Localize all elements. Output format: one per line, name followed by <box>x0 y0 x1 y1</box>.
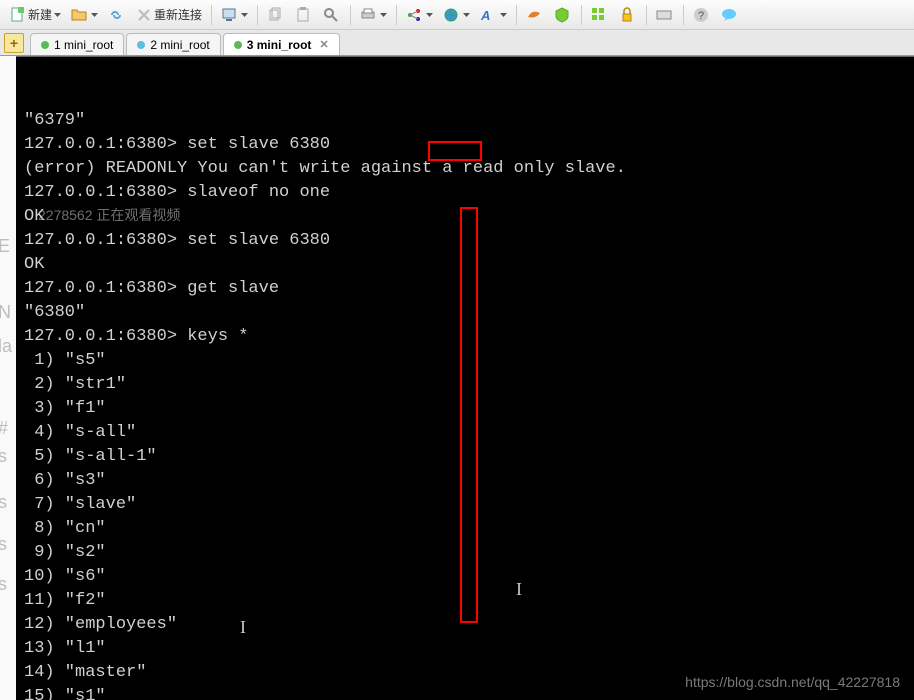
copy-icon <box>267 7 283 23</box>
reconnect-button[interactable]: 重新连接 <box>132 4 206 25</box>
new-button-label: 新建 <box>28 6 52 23</box>
reconnect-icon <box>136 7 152 23</box>
terminal-pane[interactable]: "6379"127.0.0.1:6380> set slave 6380(err… <box>16 56 914 700</box>
chat-button[interactable] <box>717 5 743 25</box>
link-button[interactable] <box>104 5 130 25</box>
lock-button[interactable] <box>615 5 641 25</box>
print-icon <box>360 7 376 23</box>
help-icon: ? <box>693 7 709 23</box>
chevron-down-icon <box>91 13 98 17</box>
svg-text:A: A <box>480 8 490 23</box>
background-fragment: E N la # s s s s <box>0 56 16 700</box>
keyboard-button[interactable] <box>652 5 678 25</box>
chevron-down-icon <box>54 13 61 17</box>
font-button[interactable]: A <box>476 5 511 25</box>
toolbar-separator <box>516 5 517 25</box>
lock-icon <box>619 7 635 23</box>
keyboard-icon <box>656 7 672 23</box>
tab-bar: + 1 mini_root 2 mini_root 3 mini_root ✕ <box>0 30 914 56</box>
toolbar-separator <box>646 5 647 25</box>
terminal-output: "6379"127.0.0.1:6380> set slave 6380(err… <box>24 109 906 700</box>
svg-text:?: ? <box>698 10 704 22</box>
tab-label: 3 mini_root <box>247 38 312 52</box>
chevron-down-icon <box>463 13 470 17</box>
main-toolbar: 新建 重新连接 A ? <box>0 0 914 30</box>
grid-icon <box>591 7 607 23</box>
reconnect-button-label: 重新连接 <box>154 6 202 23</box>
new-file-icon <box>10 7 26 23</box>
search-icon <box>323 7 339 23</box>
bird-icon <box>526 7 542 23</box>
security-button[interactable] <box>550 5 576 25</box>
chevron-down-icon <box>500 13 507 17</box>
tab-1[interactable]: 1 mini_root <box>30 33 124 55</box>
share-icon <box>406 7 422 23</box>
toolbar-separator <box>396 5 397 25</box>
status-dot-icon <box>41 41 49 49</box>
copy-button[interactable] <box>263 5 289 25</box>
toolbar-separator <box>683 5 684 25</box>
folder-open-button[interactable] <box>67 5 102 25</box>
toolbar-separator <box>257 5 258 25</box>
status-dot-icon <box>137 41 145 49</box>
folder-open-icon <box>71 7 87 23</box>
new-button[interactable]: 新建 <box>6 4 65 25</box>
tab-3[interactable]: 3 mini_root ✕ <box>223 33 340 55</box>
watermark-text: https://blog.csdn.net/qq_42227818 <box>685 670 900 694</box>
monitor-icon <box>221 7 237 23</box>
toolbar-separator <box>211 5 212 25</box>
chevron-down-icon <box>426 13 433 17</box>
chevron-down-icon <box>380 13 387 17</box>
paste-button[interactable] <box>291 5 317 25</box>
globe-icon <box>443 7 459 23</box>
globe-button[interactable] <box>439 5 474 25</box>
chevron-down-icon <box>241 13 248 17</box>
search-button[interactable] <box>319 5 345 25</box>
grid-button[interactable] <box>587 5 613 25</box>
toolbar-separator <box>350 5 351 25</box>
print-button[interactable] <box>356 5 391 25</box>
chat-icon <box>721 7 737 23</box>
monitor-button[interactable] <box>217 5 252 25</box>
toolbar-separator <box>581 5 582 25</box>
status-dot-icon <box>234 41 242 49</box>
bird-button[interactable] <box>522 5 548 25</box>
share-button[interactable] <box>402 5 437 25</box>
add-tab-button[interactable]: + <box>4 33 24 53</box>
help-button[interactable]: ? <box>689 5 715 25</box>
shield-icon <box>554 7 570 23</box>
link-icon <box>108 7 124 23</box>
tab-2[interactable]: 2 mini_root <box>126 33 220 55</box>
font-icon: A <box>480 7 496 23</box>
tab-label: 1 mini_root <box>54 38 113 52</box>
paste-icon <box>295 7 311 23</box>
tab-label: 2 mini_root <box>150 38 209 52</box>
close-icon[interactable]: ✕ <box>319 38 328 51</box>
